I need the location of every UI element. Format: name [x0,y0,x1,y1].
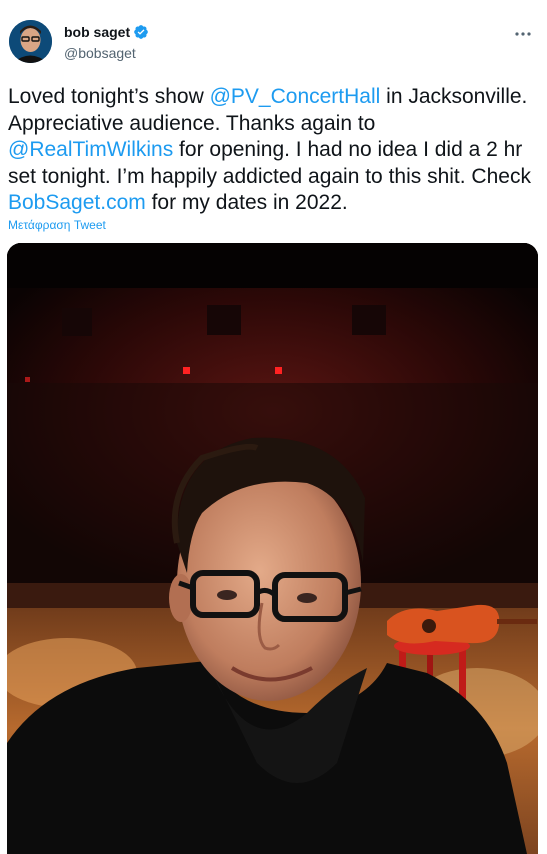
tweet-text-segment: for my dates in 2022. [145,191,348,214]
display-name[interactable]: bob saget [64,24,130,40]
translate-tweet-link[interactable]: Μετάφραση Tweet [8,218,106,232]
tweet-photo[interactable] [7,243,538,854]
user-handle[interactable]: @bobsaget [64,45,136,61]
avatar-image [9,20,52,63]
tweet-header: bob saget @bobsaget [0,0,547,80]
verified-badge-icon [133,24,149,40]
avatar[interactable] [9,20,52,63]
selfie-photo [7,243,538,854]
name-row: bob saget [64,24,149,40]
more-options-icon[interactable] [511,22,535,46]
mention-pv-concerthall[interactable]: @PV_ConcertHall [210,85,381,108]
tweet-text-segment: Loved tonight’s show [8,85,210,108]
mention-realtimwilkins[interactable]: @RealTimWilkins [8,138,173,161]
bobsaget-link[interactable]: BobSaget.com [8,191,146,214]
tweet-text: Loved tonight’s show @PV_ConcertHall in … [8,84,540,217]
